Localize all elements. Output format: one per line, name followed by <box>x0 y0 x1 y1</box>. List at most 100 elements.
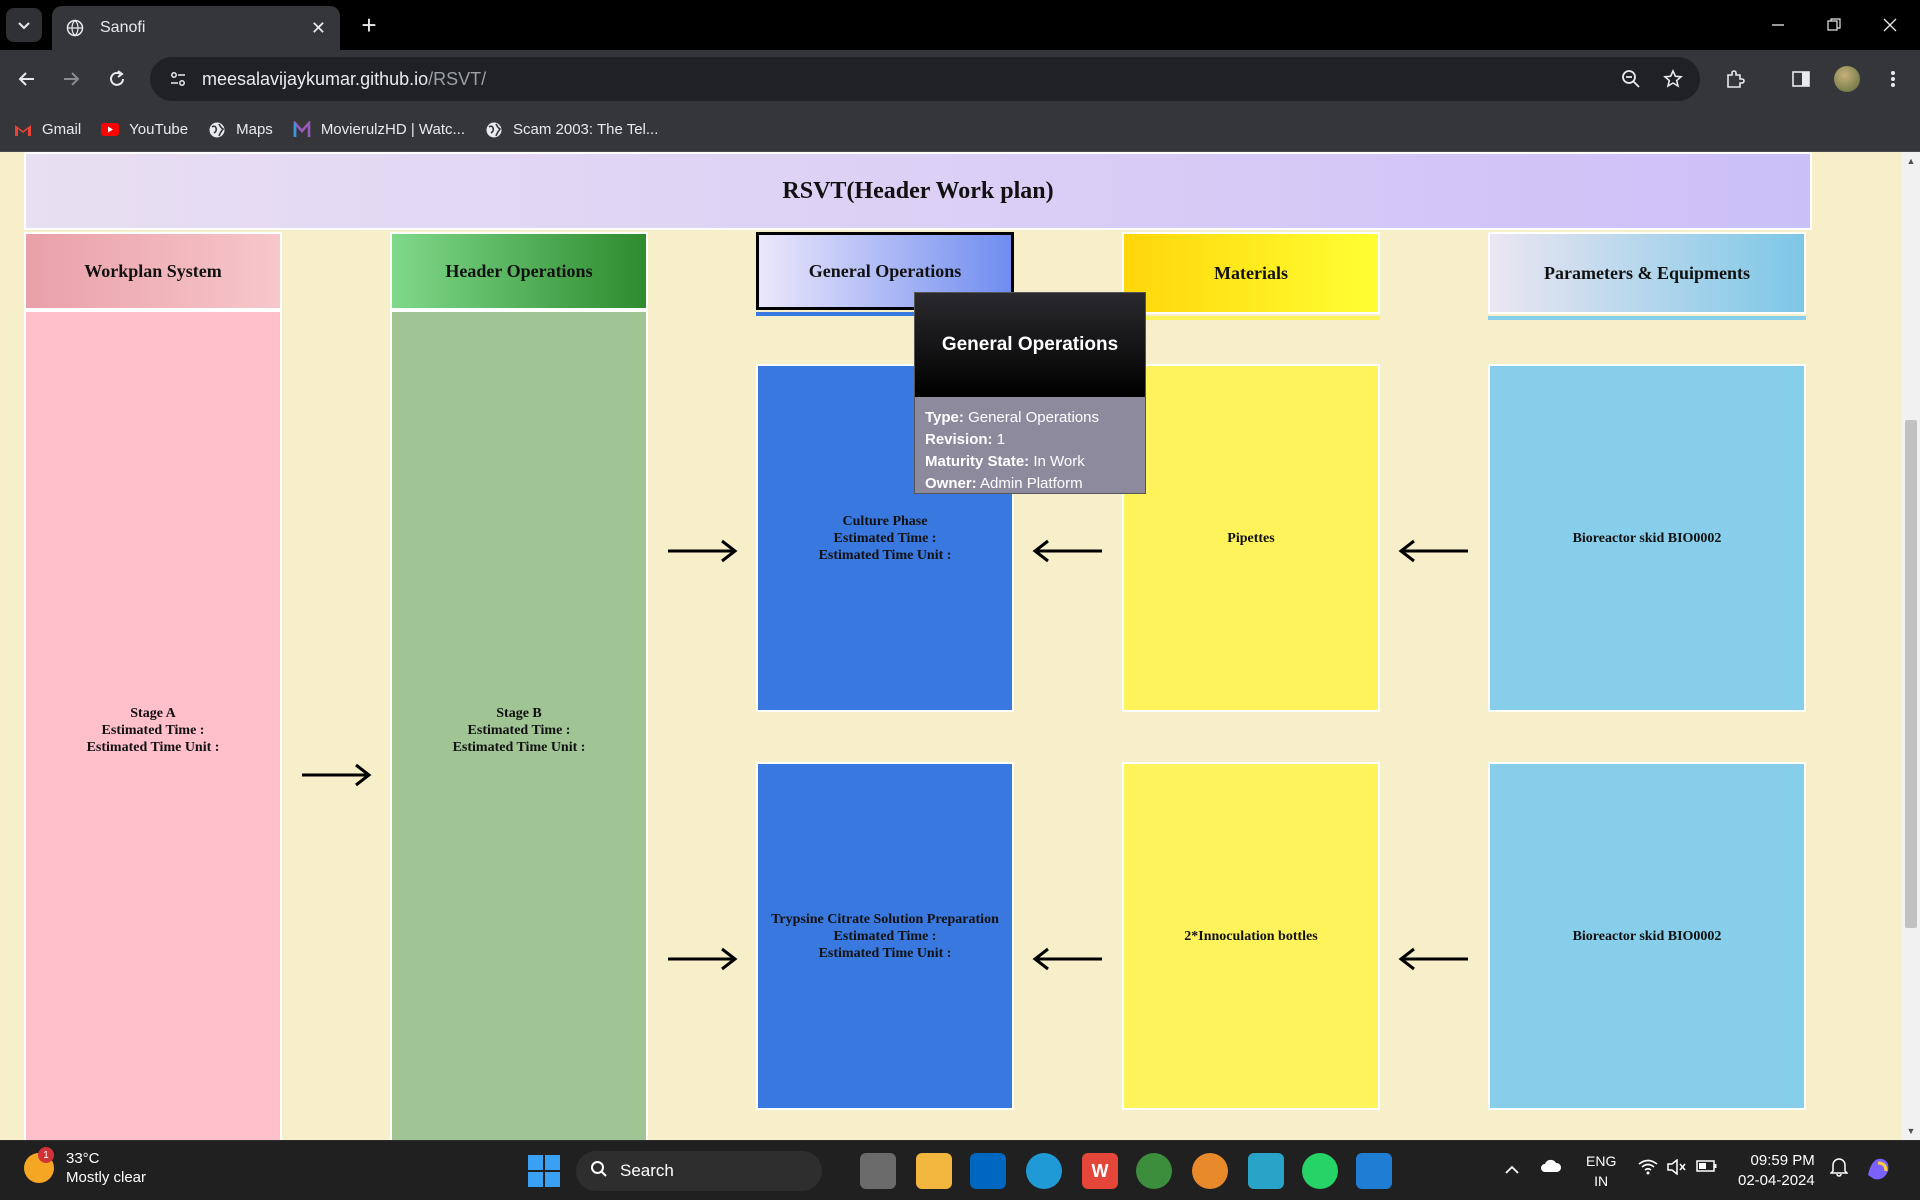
clock-date: 02-04-2024 <box>1738 1172 1815 1189</box>
left-arrow-icon <box>1032 947 1102 971</box>
stage-a-box[interactable]: Stage A Estimated Time : Estimated Time … <box>24 310 282 1140</box>
parameter-bioreactor-skid-2[interactable]: Bioreactor skid BIO0002 <box>1488 762 1806 1110</box>
new-tab-button[interactable]: + <box>352 8 386 42</box>
bookmark-label: MovierulzHD | Watc... <box>320 121 466 138</box>
clock-time: 09:59 PM <box>1750 1152 1815 1169</box>
wifi-icon[interactable] <box>1638 1159 1658 1178</box>
parameter-bioreactor-skid-1[interactable]: Bioreactor skid BIO0002 <box>1488 364 1806 712</box>
bookmark-label: YouTube <box>129 121 189 138</box>
right-arrow-icon <box>668 947 738 971</box>
taskbar-clock[interactable]: 09:59 PM 02-04-2024 <box>1738 1151 1815 1191</box>
minimize-icon[interactable] <box>1758 8 1798 42</box>
task-view-icon[interactable] <box>860 1153 896 1189</box>
restore-icon[interactable] <box>1814 8 1854 42</box>
reload-button[interactable] <box>100 62 134 96</box>
right-arrow-icon <box>668 539 738 563</box>
parameter-name: Bioreactor skid BIO0002 <box>1572 928 1722 944</box>
bookmark-movierulz[interactable]: MovierulzHD | Watc... <box>293 120 466 139</box>
scroll-thumb[interactable] <box>1905 420 1917 928</box>
edge-icon[interactable] <box>1026 1153 1062 1189</box>
language-indicator[interactable]: ENG IN <box>1586 1151 1616 1191</box>
estimated-time-unit-label: Estimated Time Unit : <box>452 739 586 755</box>
stage-b-box[interactable]: Stage B Estimated Time : Estimated Time … <box>390 310 648 1140</box>
tooltip-title: General Operations <box>915 293 1145 397</box>
material-name: 2*Innoculation bottles <box>1184 928 1318 944</box>
battery-icon[interactable] <box>1696 1159 1718 1176</box>
scroll-up-icon[interactable]: ▲ <box>1906 156 1916 166</box>
material-name: Pipettes <box>1227 530 1275 546</box>
forward-arrow-icon <box>64 72 80 86</box>
file-explorer-icon[interactable] <box>916 1153 952 1189</box>
estimated-time-label: Estimated Time : <box>833 530 937 546</box>
profile-avatar[interactable] <box>1834 66 1860 92</box>
taskbar-search-box[interactable]: Search <box>576 1151 822 1191</box>
weather-widget[interactable]: 1 33°C Mostly clear <box>24 1147 146 1187</box>
left-arrow-icon <box>1398 539 1468 563</box>
chevron-down-icon <box>18 22 30 30</box>
zoom-icon[interactable] <box>1614 62 1648 96</box>
onedrive-cloud-icon[interactable] <box>1540 1159 1562 1176</box>
address-bar[interactable]: meesalavijaykumar.github.io/RSVT/ <box>150 57 1700 101</box>
vertical-scrollbar[interactable]: ▲ ▼ <box>1902 152 1920 1140</box>
material-innoculation-bottles[interactable]: 2*Innoculation bottles <box>1122 762 1380 1110</box>
general-operation-trypsine-citrate[interactable]: Trypsine Citrate Solution Preparation Es… <box>756 762 1014 1110</box>
bookmark-youtube[interactable]: YouTube <box>101 121 188 139</box>
column-header-header-operations[interactable]: Header Operations <box>390 232 648 310</box>
bookmark-star-icon[interactable] <box>1656 62 1690 96</box>
column-header-materials[interactable]: Materials <box>1122 232 1380 314</box>
scroll-down-icon[interactable]: ▼ <box>1906 1126 1916 1136</box>
notepad-icon[interactable] <box>1248 1153 1284 1189</box>
tooltip-revision-row: Revision: 1 <box>925 431 1006 448</box>
taskbar-search-label: Search <box>620 1161 674 1180</box>
notifications-icon[interactable] <box>1829 1157 1849 1180</box>
bookmark-scam-2003[interactable]: Scam 2003: The Tel... <box>485 121 658 139</box>
whatsapp-icon[interactable] <box>1302 1153 1338 1189</box>
language-label: ENG <box>1586 1153 1617 1169</box>
operation-name: Culture Phase <box>842 513 928 529</box>
site-info-icon[interactable] <box>166 67 190 91</box>
right-arrow-icon <box>302 763 372 787</box>
fox-app-icon[interactable] <box>1192 1153 1228 1189</box>
tab-search-button[interactable] <box>6 8 42 42</box>
bookmark-label: Gmail <box>42 121 82 138</box>
weather-sun-icon: 1 <box>24 1147 54 1183</box>
globe-icon <box>66 19 84 37</box>
materials-underline <box>1122 316 1380 320</box>
microsoft-store-icon[interactable] <box>970 1153 1006 1189</box>
bookmark-maps[interactable]: Maps <box>208 121 273 139</box>
estimated-time-label: Estimated Time : <box>833 928 937 944</box>
globe-icon <box>208 121 226 139</box>
bookmark-gmail[interactable]: Gmail <box>14 121 81 139</box>
page-title: RSVT(Header Work plan) <box>24 152 1812 230</box>
back-button[interactable] <box>10 62 44 96</box>
m-icon <box>293 120 311 139</box>
side-panel-icon[interactable] <box>1784 62 1818 96</box>
browser-toolbar: meesalavijaykumar.github.io/RSVT/ <box>0 50 1920 108</box>
photos-icon[interactable] <box>1356 1153 1392 1189</box>
stage-name: Stage A <box>130 705 176 721</box>
estimated-time-label: Estimated Time : <box>101 722 205 738</box>
extensions-icon[interactable] <box>1718 62 1752 96</box>
copilot-icon[interactable] <box>1864 1153 1894 1186</box>
browser-tab[interactable]: Sanofi ✕ <box>52 6 340 50</box>
column-header-parameters-equipments[interactable]: Parameters & Equipments <box>1488 232 1806 314</box>
chrome-icon[interactable] <box>1136 1153 1172 1189</box>
volume-muted-icon[interactable] <box>1666 1158 1686 1178</box>
estimated-time-unit-label: Estimated Time Unit : <box>818 945 952 961</box>
left-arrow-icon <box>1032 539 1102 563</box>
estimated-time-label: Estimated Time : <box>467 722 571 738</box>
reload-icon <box>110 70 124 86</box>
more-menu-icon[interactable] <box>1876 62 1910 96</box>
tray-chevron-up-icon[interactable] <box>1504 1161 1520 1177</box>
close-tab-icon[interactable]: ✕ <box>311 18 326 39</box>
material-pipettes[interactable]: Pipettes <box>1122 364 1380 712</box>
column-header-workplan-system[interactable]: Workplan System <box>24 232 282 310</box>
bookmarks-bar: Gmail YouTube Maps MovierulzHD | Watc...… <box>0 108 1920 152</box>
back-arrow-icon <box>18 72 34 86</box>
estimated-time-unit-label: Estimated Time Unit : <box>818 547 952 563</box>
stage-name: Stage B <box>496 705 542 721</box>
windows-start-icon[interactable] <box>528 1155 560 1187</box>
close-window-icon[interactable] <box>1870 8 1910 42</box>
forward-button[interactable] <box>54 62 88 96</box>
wps-office-icon[interactable]: W <box>1082 1153 1118 1189</box>
